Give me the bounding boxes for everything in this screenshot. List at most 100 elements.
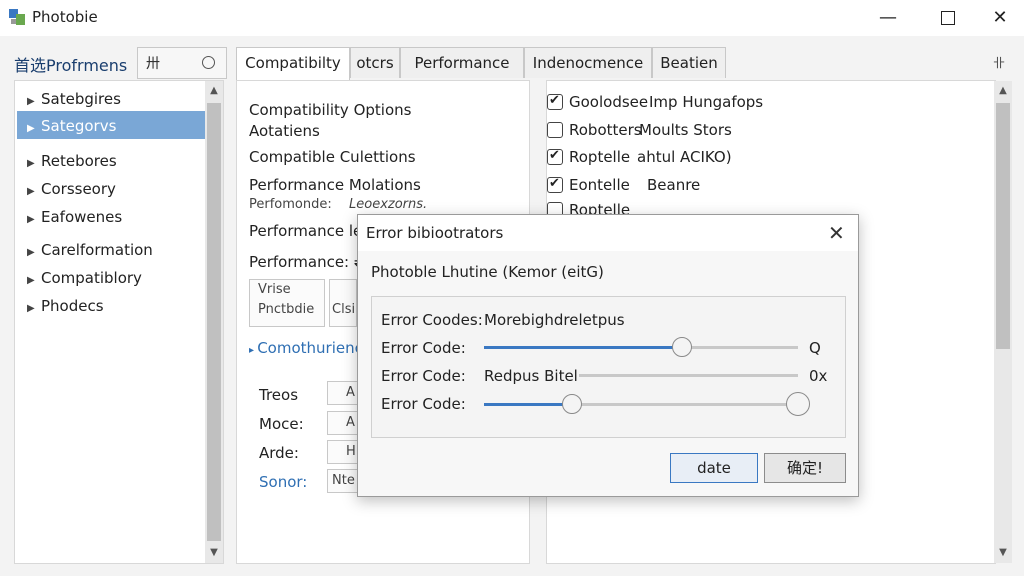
compatibility-link[interactable]: ▸ Comothurienc xyxy=(249,339,363,357)
error-code-value: Morebighdreletpus xyxy=(484,311,625,329)
error-code-label: Error Code: xyxy=(381,339,466,357)
option-label: Eontelle xyxy=(569,176,630,194)
sidebar-item[interactable]: ▶ Satebgires xyxy=(27,90,121,108)
maximize-icon xyxy=(941,11,955,25)
sidebar-item[interactable]: ▶ Corsseory xyxy=(27,180,116,198)
performance-mode-label: Perfomonde: xyxy=(249,197,332,212)
scroll-down-icon[interactable]: ▼ xyxy=(994,547,1012,558)
search-box[interactable]: 卅 xyxy=(137,47,227,79)
error-code-label: Error Coodes: xyxy=(381,311,483,329)
sidebar-item-label: Satebgires xyxy=(41,90,121,108)
preview-box[interactable]: Vrise Pnctbdie xyxy=(249,279,325,327)
field-value: Nte xyxy=(332,473,355,488)
chevron-right-icon: ▶ xyxy=(27,158,35,169)
tab-otcrs[interactable]: otcrs xyxy=(350,47,400,78)
sidebar-item-label: Sategorvs xyxy=(41,117,117,135)
tabs-menu-glyph[interactable]: 卝 xyxy=(993,54,1005,71)
preview-line2: Pnctbdie xyxy=(258,302,315,317)
options-scrollbar[interactable]: ▲ ▼ xyxy=(994,81,1012,563)
error-code-value: Redpus Bitel xyxy=(484,367,578,385)
error-code-label: Error Code: xyxy=(381,367,466,385)
tab-beatien[interactable]: Beatien xyxy=(652,47,726,78)
performance-violations-label: Performance Molations xyxy=(249,176,421,194)
chevron-right-icon: ▶ xyxy=(27,303,35,314)
minimize-button[interactable]: — xyxy=(874,6,902,30)
search-glyph: 卅 xyxy=(146,56,160,72)
scroll-up-icon[interactable]: ▲ xyxy=(205,85,223,96)
close-window-button[interactable]: ✕ xyxy=(986,6,1014,30)
option-checkbox[interactable] xyxy=(547,122,563,138)
sidebar-item-label: Retebores xyxy=(41,152,117,170)
field-value: A xyxy=(346,415,355,430)
options-heading: Compatibility Options xyxy=(249,101,412,119)
option-checkbox[interactable] xyxy=(547,176,563,193)
scroll-down-icon[interactable]: ▼ xyxy=(205,547,223,558)
sidebar-item[interactable]: ▶ Carelformation xyxy=(27,241,153,259)
error-slider-end-label: Q xyxy=(809,339,821,357)
option-checkbox[interactable] xyxy=(547,93,563,110)
error-dialog: Error bibiootrators ✕ Photoble Lhutine (… xyxy=(357,214,859,497)
dialog-subtitle: Photoble Lhutine (Kemor (eitG) xyxy=(371,263,604,281)
sidebar-scrollbar[interactable]: ▲ ▼ xyxy=(205,81,223,563)
sidebar-item-label: Compatiblory xyxy=(41,269,142,287)
chevron-right-icon: ▸ xyxy=(249,345,258,356)
option-value: ahtul ACIKO) xyxy=(637,148,732,166)
error-slider-fill xyxy=(484,403,572,406)
error-slider-handle[interactable] xyxy=(562,394,582,414)
window-title: Photobie xyxy=(32,8,98,26)
sidebar-item[interactable]: ▶ Phodecs xyxy=(27,297,104,315)
preview-side-text: Clsi xyxy=(332,302,356,317)
error-slider-handle[interactable] xyxy=(672,337,692,357)
error-slider-end-label: 0x xyxy=(809,367,828,385)
sidebar-item-selected[interactable]: ▶ Sategorvs xyxy=(27,117,116,135)
sidebar-item-label: Carelformation xyxy=(41,241,153,259)
performance-mode-value: Leoexzorns. xyxy=(349,197,428,212)
performance-setting-label: Performance: ⇌ xyxy=(249,253,367,271)
option-value: Imp Hungafops xyxy=(649,93,764,111)
options-subheading: Aotatiens xyxy=(249,122,320,140)
options-scroll-thumb[interactable] xyxy=(996,103,1010,349)
sidebar-item-label: Phodecs xyxy=(41,297,104,315)
preferences-label: 首选Profrmens xyxy=(14,56,128,75)
tab-compatibility[interactable]: Compatibilty xyxy=(236,47,350,80)
sidebar-scroll-thumb[interactable] xyxy=(207,103,221,541)
scroll-up-icon[interactable]: ▲ xyxy=(994,85,1012,96)
app-icon xyxy=(9,9,25,25)
chevron-right-icon: ▶ xyxy=(27,247,35,258)
title-bar xyxy=(0,0,1024,36)
option-label: Robotters xyxy=(569,121,642,139)
dialog-ok-button[interactable]: date xyxy=(670,453,758,483)
error-slider-track[interactable] xyxy=(579,374,798,377)
compatible-collections-label: Compatible Culettions xyxy=(249,148,416,166)
performance-level-label: Performance le xyxy=(249,222,363,240)
sidebar-item-label: Corsseory xyxy=(41,180,116,198)
error-code-label: Error Code: xyxy=(381,395,466,413)
preview-side-box[interactable]: Clsi xyxy=(329,279,357,327)
field-label: Arde: xyxy=(259,444,299,462)
field-label: Treos xyxy=(259,386,299,404)
tab-performance[interactable]: Performance xyxy=(400,47,524,78)
sidebar-item-label: Eafowenes xyxy=(41,208,123,226)
error-slider-fill xyxy=(484,346,682,349)
tab-indenocmence[interactable]: Indenocmence xyxy=(524,47,652,78)
dialog-close-icon[interactable]: ✕ xyxy=(828,221,845,245)
chevron-right-icon: ▶ xyxy=(27,123,35,134)
option-value: Moults Stors xyxy=(639,121,732,139)
error-code-group: Error Coodes: Morebighdreletpus Error Co… xyxy=(371,296,846,438)
option-label: Roptelle xyxy=(569,148,631,166)
field-value: H xyxy=(346,444,356,459)
search-icon xyxy=(202,56,215,69)
sidebar-item[interactable]: ▶ Eafowenes xyxy=(27,208,122,226)
chevron-right-icon: ▶ xyxy=(27,275,35,286)
dialog-title: Error bibiootrators xyxy=(366,224,504,242)
dialog-confirm-button[interactable]: 确定! xyxy=(764,453,846,483)
option-checkbox[interactable] xyxy=(547,148,563,165)
field-value: A xyxy=(346,385,355,400)
error-slider-handle-secondary[interactable] xyxy=(786,392,810,416)
chevron-right-icon: ▶ xyxy=(27,186,35,197)
sidebar-item[interactable]: ▶ Retebores xyxy=(27,152,117,170)
sidebar-item[interactable]: ▶ Compatiblory xyxy=(27,269,142,287)
compatibility-link-label: Comothurienc xyxy=(257,339,363,357)
category-sidebar: ▶ Satebgires ▶ Sategorvs ▶ Retebores ▶ Corss… xyxy=(14,80,224,564)
maximize-button[interactable] xyxy=(934,6,962,30)
